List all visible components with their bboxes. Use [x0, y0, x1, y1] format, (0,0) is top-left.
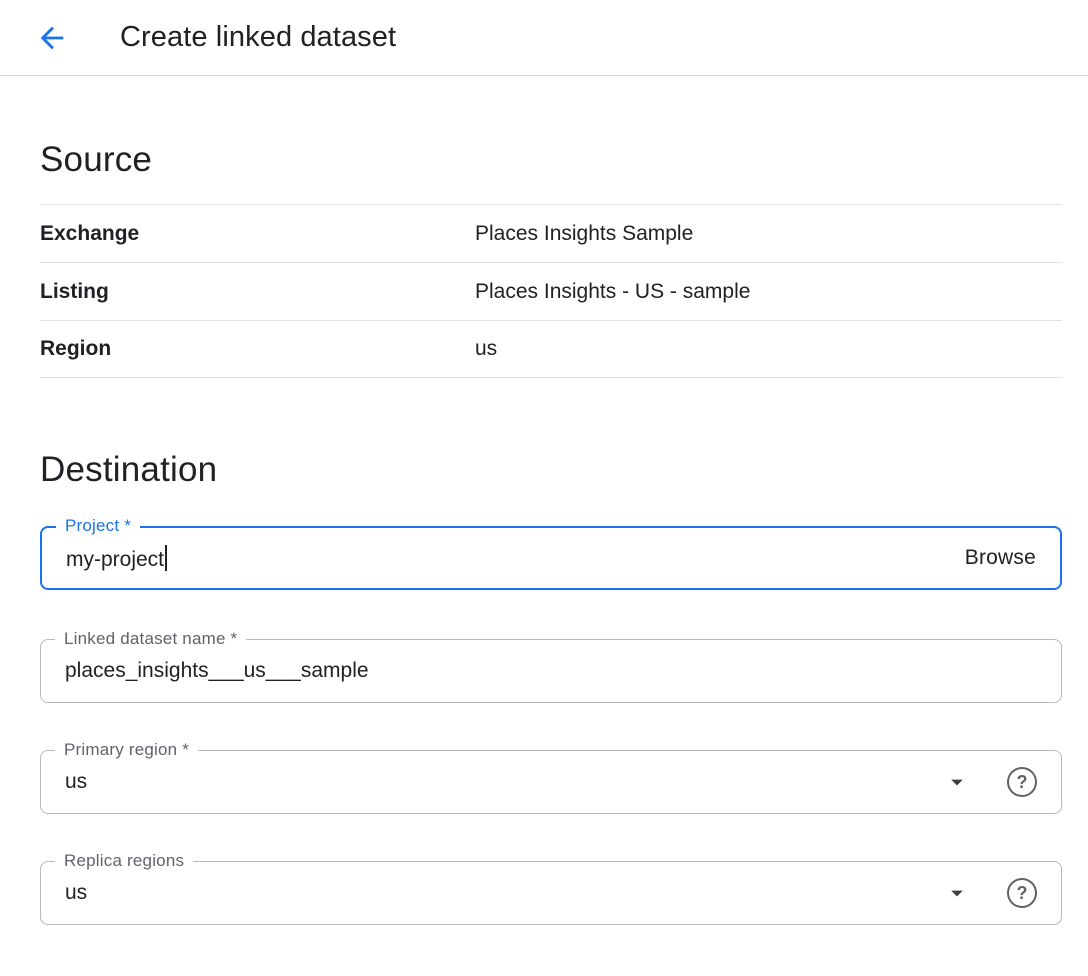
replica-regions-label: Replica regions: [55, 851, 193, 871]
source-rows: Exchange Places Insights Sample Listing …: [40, 204, 1062, 378]
source-heading: Source: [40, 140, 1062, 180]
project-input-value: my-project: [66, 548, 164, 571]
exchange-value: Places Insights Sample: [475, 222, 693, 246]
replica-regions-help-icon[interactable]: ?: [1007, 878, 1037, 908]
chevron-down-icon: [943, 768, 971, 796]
browse-button[interactable]: Browse: [965, 546, 1036, 570]
region-value: us: [475, 337, 497, 361]
exchange-label: Exchange: [40, 222, 475, 246]
primary-region-caret[interactable]: [943, 768, 971, 796]
primary-region-label: Primary region *: [55, 740, 198, 760]
source-row-exchange: Exchange Places Insights Sample: [40, 204, 1062, 262]
destination-heading: Destination: [40, 450, 1062, 490]
replica-regions-select[interactable]: Replica regions us ?: [40, 861, 1062, 925]
page-title: Create linked dataset: [120, 21, 396, 54]
text-cursor: [165, 545, 167, 571]
arrow-back-icon: [35, 21, 69, 55]
back-button[interactable]: [28, 14, 76, 62]
page-header: Create linked dataset: [0, 0, 1088, 76]
project-input[interactable]: my-project: [66, 545, 965, 572]
replica-regions-caret[interactable]: [943, 879, 971, 907]
source-row-region: Region us: [40, 320, 1062, 378]
chevron-down-icon: [943, 879, 971, 907]
linked-dataset-name-field[interactable]: Linked dataset name * places_insights___…: [40, 639, 1062, 703]
source-row-listing: Listing Places Insights - US - sample: [40, 262, 1062, 320]
project-field[interactable]: Project * my-project Browse: [40, 526, 1062, 590]
listing-label: Listing: [40, 280, 475, 304]
main-content: Source Exchange Places Insights Sample L…: [0, 140, 1088, 925]
region-label: Region: [40, 337, 475, 361]
project-field-label: Project *: [56, 516, 140, 536]
linked-dataset-name-label: Linked dataset name *: [55, 629, 246, 649]
replica-regions-value: us: [65, 881, 943, 905]
linked-dataset-name-input[interactable]: places_insights___us___sample: [65, 659, 1037, 683]
primary-region-help-icon[interactable]: ?: [1007, 767, 1037, 797]
primary-region-value: us: [65, 770, 943, 794]
primary-region-select[interactable]: Primary region * us ?: [40, 750, 1062, 814]
listing-value: Places Insights - US - sample: [475, 280, 750, 304]
